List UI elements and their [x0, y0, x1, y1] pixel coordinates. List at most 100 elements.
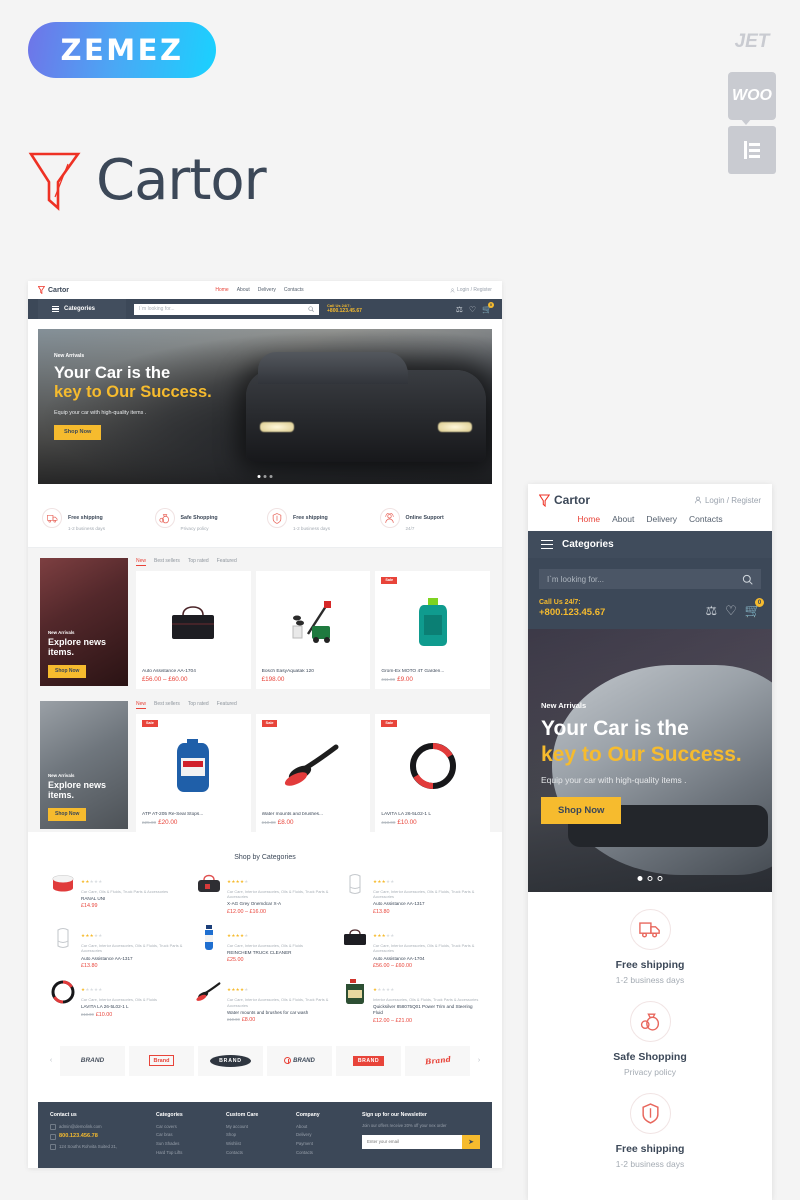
category-item[interactable]: ★★★★★ Car Care, Interior Accessories, Oi…	[196, 870, 334, 915]
heart-icon[interactable]: ♡	[725, 603, 737, 619]
truck-icon	[42, 508, 62, 529]
footer-link[interactable]: Contacts	[296, 1149, 354, 1158]
brand-logo[interactable]: Brand	[129, 1045, 194, 1076]
brand-logo[interactable]: BRAND	[336, 1045, 401, 1076]
brand-logo[interactable]: BRAND	[60, 1045, 125, 1076]
cart-icon[interactable]: 🛒 0	[745, 598, 764, 619]
feature-title: Safe Shopping	[613, 1051, 687, 1064]
newsletter-submit-button[interactable]: ➤	[462, 1134, 480, 1149]
categories-button[interactable]: Categories	[38, 299, 126, 319]
footer-link[interactable]: Car bras	[156, 1131, 218, 1140]
product-price: £11.00 £9.00	[381, 676, 484, 683]
footer-link[interactable]: Wishlist	[226, 1140, 288, 1149]
product-price: £13.80	[373, 908, 390, 915]
category-item[interactable]: ★★★★★ Car Care, Interior Accessories, Oi…	[196, 978, 334, 1024]
site-logo[interactable]: Cartor	[538, 493, 590, 507]
scales-icon[interactable]: ⚖	[706, 603, 718, 619]
hero-slider-dots[interactable]	[257, 475, 273, 478]
footer-link[interactable]: Contacts	[226, 1149, 288, 1158]
footer-link[interactable]: Car covers	[156, 1123, 218, 1132]
brand-label: Brand	[148, 1055, 175, 1067]
search-placeholder: I`m looking for...	[547, 574, 604, 584]
brand-logo[interactable]: BRAND	[198, 1045, 263, 1076]
footer-link[interactable]: Payment	[296, 1140, 354, 1149]
footer-link[interactable]: Sun Shades	[156, 1140, 218, 1149]
product-card[interactable]: Bosch EasyAquatak 120 £198.00	[255, 570, 371, 689]
hero-subtitle: Equip your car with high-quality items .	[54, 409, 147, 416]
nav-item-home[interactable]: Home	[577, 514, 600, 524]
tab-new[interactable]: New	[136, 558, 147, 566]
search-input[interactable]: I`m looking for...	[134, 303, 319, 315]
tab-featured[interactable]: Featured	[217, 701, 237, 709]
footer-link[interactable]: Delivery	[296, 1131, 354, 1140]
login-register-link[interactable]: Login / Register	[450, 287, 492, 293]
category-item[interactable]: ★★★★★ Interior Accessories, Oils & Fluid…	[342, 978, 480, 1024]
phone-block[interactable]: Call Us 24/7: +800.123.45.67	[539, 598, 605, 619]
nav-item-delivery[interactable]: Delivery	[258, 287, 276, 293]
product-card[interactable]: Sale LAVITA LA 26-5L02-1 L £13.00 £10.00	[375, 713, 491, 832]
tab-top-rated[interactable]: Top rated	[188, 701, 209, 709]
categories-grid: ★★★★★ Car Care, Oils & Fluids, Truck Par…	[50, 870, 480, 1024]
promo-shop-now-button[interactable]: Shop Now	[48, 807, 87, 821]
brand-logo[interactable]: BRAND	[267, 1045, 332, 1076]
promo-title: Explore news items.	[48, 779, 107, 801]
product-grid-area: New Best sellers Top rated Featured Auto…	[136, 558, 491, 689]
bag-icon	[342, 924, 368, 952]
footer-email[interactable]: admin@demolink.com	[50, 1123, 148, 1132]
hamburger-icon	[541, 539, 553, 550]
tab-best-sellers[interactable]: Best sellers	[154, 558, 180, 566]
brand-logo[interactable]: Brand	[405, 1045, 470, 1076]
category-item[interactable]: ★★★★★ Car Care, Interior Accessories, Oi…	[342, 870, 480, 915]
tab-featured[interactable]: Featured	[217, 558, 237, 566]
newsletter-email-input[interactable]	[362, 1134, 462, 1149]
header-action-icons: ⚖ ♡ 🛒 0	[456, 301, 494, 314]
product-card[interactable]: Sale Grom-Ex MOTO 4T Garden... £11.00 £9.…	[375, 570, 491, 689]
search-input[interactable]: I`m looking for...	[539, 569, 761, 589]
cart-icon[interactable]: 🛒 0	[482, 301, 494, 314]
footer-link[interactable]: Shop	[226, 1131, 288, 1140]
nav-item-delivery[interactable]: Delivery	[646, 514, 677, 524]
chevron-left-icon[interactable]: ‹	[46, 1057, 56, 1064]
category-item[interactable]: ★★★★★ Car Care, Interior Accessories, Oi…	[342, 924, 480, 969]
brand-label: Brand	[424, 1054, 451, 1067]
hero-slider-dots[interactable]	[637, 876, 663, 882]
promo-shop-now-button[interactable]: Shop Now	[48, 664, 87, 678]
tab-top-rated[interactable]: Top rated	[188, 558, 209, 566]
category-item[interactable]: ★★★★★ Car Care, Interior Accessories, Oi…	[50, 978, 188, 1024]
scales-icon[interactable]: ⚖	[456, 305, 463, 314]
feature-item: Safe Shopping Privacy policy	[528, 1001, 772, 1077]
product-price: £25.00	[227, 957, 244, 964]
hero-shop-now-button[interactable]: Shop Now	[541, 796, 622, 824]
category-item[interactable]: ★★★★★ Car Care, Oils & Fluids, Truck Par…	[50, 870, 188, 915]
hero-shop-now-button[interactable]: Shop Now	[54, 424, 102, 440]
category-item[interactable]: ★★★★★ Car Care, Interior Accessories, Oi…	[196, 924, 334, 969]
nav-item-home[interactable]: Home	[215, 287, 228, 293]
nav-item-about[interactable]: About	[237, 287, 250, 293]
site-logo[interactable]: Cartor	[37, 286, 69, 295]
hero-kicker: New Arrivals	[541, 701, 587, 711]
product-name: Auto Assistance AA-1317	[81, 955, 133, 961]
footer-column-title: Contact us	[50, 1111, 77, 1118]
footer-link[interactable]: My account	[226, 1123, 288, 1132]
footer-link[interactable]: Hard Top Lifts	[156, 1149, 218, 1158]
heart-icon[interactable]: ♡	[469, 305, 476, 314]
tab-new[interactable]: New	[136, 701, 147, 709]
product-card[interactable]: Sale Water mounts and brushes... £10.00 £…	[255, 713, 371, 832]
login-register-link[interactable]: Login / Register	[694, 496, 761, 505]
footer-phone[interactable]: 800.123.456.78	[50, 1131, 148, 1142]
chevron-right-icon[interactable]: ›	[474, 1057, 484, 1064]
brush-icon	[262, 720, 365, 812]
feature-title: Free shipping	[615, 959, 685, 972]
phone-block[interactable]: Call Us 24/7: +800.123.45.67	[327, 303, 362, 315]
product-name: LAVITA LA 26-5L02-1 L	[381, 811, 432, 817]
feature-item: Free shipping 1-2 business days	[528, 909, 772, 985]
product-card[interactable]: Auto Assistance AA-1704 £56.00 – £60.00	[136, 570, 251, 689]
footer-link[interactable]: About	[296, 1123, 354, 1132]
tab-best-sellers[interactable]: Best sellers	[154, 701, 180, 709]
category-item[interactable]: ★★★★★ Car Care, Interior Accessories, Oi…	[50, 924, 188, 969]
categories-button[interactable]: Categories	[528, 531, 772, 558]
product-card[interactable]: Sale ATP AT-205 Re-Seal Stops... £25.00 £…	[136, 713, 251, 832]
nav-item-contacts[interactable]: Contacts	[689, 514, 723, 524]
nav-item-about[interactable]: About	[612, 514, 634, 524]
nav-item-contacts[interactable]: Contacts	[284, 287, 304, 293]
